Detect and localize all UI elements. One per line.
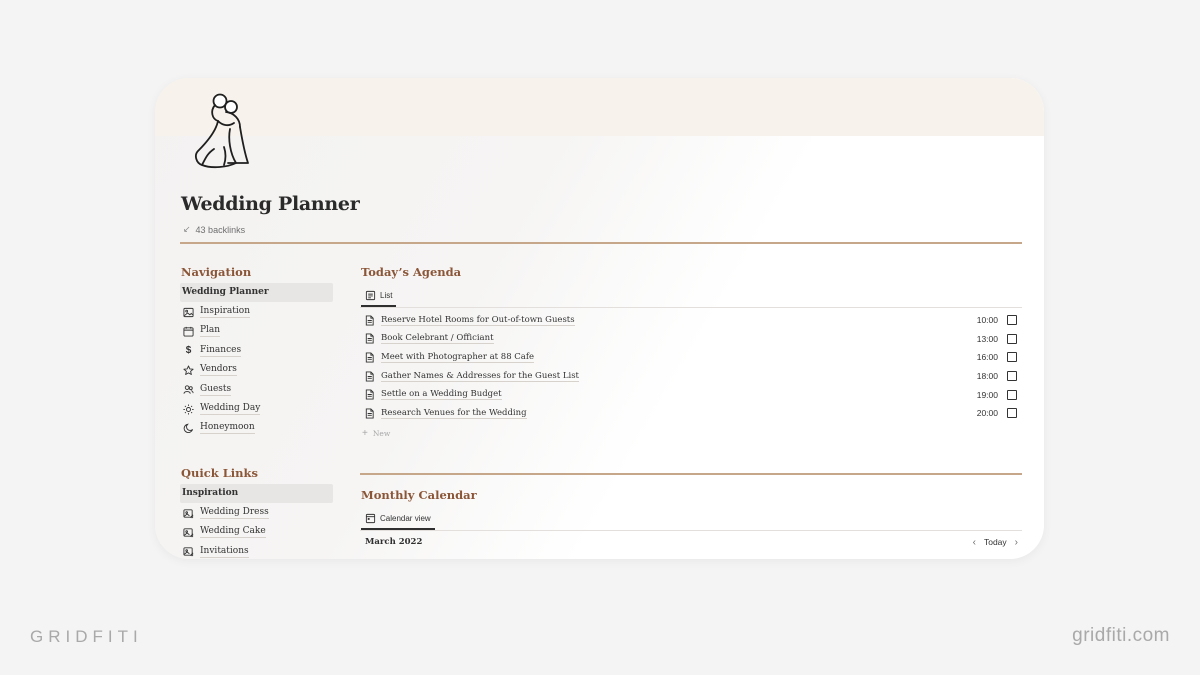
quick-link-wedding-dress[interactable]: Wedding Dress xyxy=(180,503,333,522)
agenda-tab-rule xyxy=(360,307,1022,308)
star-icon xyxy=(183,365,194,376)
sun-icon xyxy=(183,403,194,415)
brand-wordmark: GRIDFITI xyxy=(30,627,143,646)
nav-item-label: Guests xyxy=(200,383,232,396)
new-item-button[interactable]: + New xyxy=(362,428,390,439)
quick-links-heading: Quick Links xyxy=(181,466,258,480)
tab-calendar-label: Calendar view xyxy=(380,514,431,523)
list-item[interactable]: Research Venues for the Wedding 20:00 xyxy=(360,404,1022,423)
list-item[interactable]: Reserve Hotel Rooms for Out-of-town Gues… xyxy=(360,311,1022,330)
document-icon xyxy=(364,408,375,419)
nav-item-label: Inspiration xyxy=(200,306,250,319)
agenda-item-title: Reserve Hotel Rooms for Out-of-town Gues… xyxy=(381,314,575,326)
agenda-item-time: 10:00 xyxy=(976,315,998,326)
list-icon xyxy=(365,290,376,301)
agenda-item-time: 13:00 xyxy=(976,333,998,344)
agenda-item-title: Settle on a Wedding Budget xyxy=(381,389,502,401)
chevron-left-icon[interactable]: ‹ xyxy=(973,537,976,548)
page-title[interactable]: Wedding Planner xyxy=(181,193,360,215)
divider-mid xyxy=(360,473,1022,475)
tab-list-view[interactable]: List xyxy=(361,290,397,307)
image-icon xyxy=(183,307,194,318)
document-icon xyxy=(364,315,375,326)
backlink-arrow-icon: ↙ xyxy=(183,224,191,234)
list-item[interactable]: Meet with Photographer at 88 Cafe 16:00 xyxy=(360,348,1022,367)
moon-icon xyxy=(183,423,194,434)
quick-links-list: Inspiration Wedding Dress Wedding Cake I… xyxy=(180,484,333,559)
nav-item-wedding-planner[interactable]: Wedding Planner xyxy=(180,283,333,303)
nav-item-finances[interactable]: $ Finances xyxy=(180,341,333,360)
nav-item-plan[interactable]: Plan xyxy=(180,322,333,341)
agenda-item-title: Research Venues for the Wedding xyxy=(381,407,527,419)
quick-link-label: Invitations xyxy=(200,545,249,558)
agenda-item-time: 18:00 xyxy=(976,371,998,382)
quick-link-label: Wedding Dress xyxy=(200,507,269,520)
quick-link-wedding-cake[interactable]: Wedding Cake xyxy=(180,523,333,542)
plus-icon: + xyxy=(362,428,368,439)
dollar-icon: $ xyxy=(185,345,192,357)
backlinks[interactable]: ↙ 43 backlinks xyxy=(183,224,245,235)
brand-url: gridfiti.com xyxy=(1072,625,1170,646)
quick-link-label: Inspiration xyxy=(182,488,239,499)
calendar-view-icon xyxy=(365,513,376,524)
agenda-item-time: 16:00 xyxy=(976,352,998,363)
nav-item-label: Finances xyxy=(200,344,242,357)
calendar-controls: ‹ Today › xyxy=(973,537,1022,548)
bride-and-groom-icon[interactable] xyxy=(188,91,258,169)
tab-list-label: List xyxy=(380,291,393,300)
nav-item-label: Vendors xyxy=(200,364,237,377)
done-checkbox[interactable] xyxy=(1007,352,1017,363)
list-item[interactable]: Book Celebrant / Officiant 13:00 xyxy=(360,330,1022,349)
gallery-icon xyxy=(183,546,194,557)
agenda-heading: Today’s Agenda xyxy=(361,265,462,279)
document-icon xyxy=(364,333,375,344)
divider-top xyxy=(180,242,1022,244)
page-cover[interactable] xyxy=(155,78,1044,136)
agenda-item-time: 20:00 xyxy=(976,408,998,419)
agenda-item-title: Meet with Photographer at 88 Cafe xyxy=(381,351,535,363)
backlinks-count: 43 backlinks xyxy=(195,224,246,235)
done-checkbox[interactable] xyxy=(1007,315,1017,326)
navigation-heading: Navigation xyxy=(181,265,252,279)
done-checkbox[interactable] xyxy=(1007,389,1017,400)
list-item[interactable]: Settle on a Wedding Budget 19:00 xyxy=(360,385,1022,404)
nav-item-inspiration[interactable]: Inspiration xyxy=(180,302,333,321)
done-checkbox[interactable] xyxy=(1007,371,1017,382)
new-item-label: New xyxy=(372,429,391,438)
notion-page: Wedding Planner ↙ 43 backlinks Navigatio… xyxy=(155,78,1044,559)
quick-link-inspiration[interactable]: Inspiration xyxy=(180,484,333,504)
nav-item-label: Honeymoon xyxy=(200,422,255,435)
agenda-item-title: Gather Names & Addresses for the Guest L… xyxy=(381,370,579,382)
gallery-icon xyxy=(183,527,194,538)
people-icon xyxy=(183,384,194,395)
agenda-item-title: Book Celebrant / Officiant xyxy=(381,333,494,345)
document-icon xyxy=(364,389,375,400)
document-icon xyxy=(364,371,375,382)
agenda-item-time: 19:00 xyxy=(976,389,998,400)
nav-item-honeymoon[interactable]: Honeymoon xyxy=(180,419,333,438)
chevron-right-icon[interactable]: › xyxy=(1015,537,1018,548)
document-icon xyxy=(364,352,375,363)
navigation-list: Wedding Planner Inspiration Plan $ Finan… xyxy=(180,283,333,438)
nav-item-wedding-day[interactable]: Wedding Day xyxy=(180,399,333,418)
quick-link-label: Wedding Cake xyxy=(200,526,266,539)
agenda-list: Reserve Hotel Rooms for Out-of-town Gues… xyxy=(360,311,1022,423)
nav-item-vendors[interactable]: Vendors xyxy=(180,361,333,380)
today-button[interactable]: Today xyxy=(984,537,1007,547)
nav-item-label: Wedding Day xyxy=(200,403,261,416)
nav-item-guests[interactable]: Guests xyxy=(180,380,333,399)
calendar-icon xyxy=(183,326,194,337)
done-checkbox[interactable] xyxy=(1007,333,1017,344)
tab-calendar-view[interactable]: Calendar view xyxy=(361,513,435,530)
quick-link-invitations[interactable]: Invitations xyxy=(180,542,333,559)
list-item[interactable]: Gather Names & Addresses for the Guest L… xyxy=(360,367,1022,386)
nav-item-label: Wedding Planner xyxy=(182,287,269,298)
calendar-tab-rule xyxy=(360,530,1022,531)
gallery-icon xyxy=(183,508,194,519)
calendar-month-bar: March 2022 ‹ Today › xyxy=(360,534,1022,550)
done-checkbox[interactable] xyxy=(1007,408,1017,419)
calendar-month-label: March 2022 xyxy=(365,537,423,547)
nav-item-label: Plan xyxy=(200,325,221,338)
calendar-heading: Monthly Calendar xyxy=(361,488,477,502)
